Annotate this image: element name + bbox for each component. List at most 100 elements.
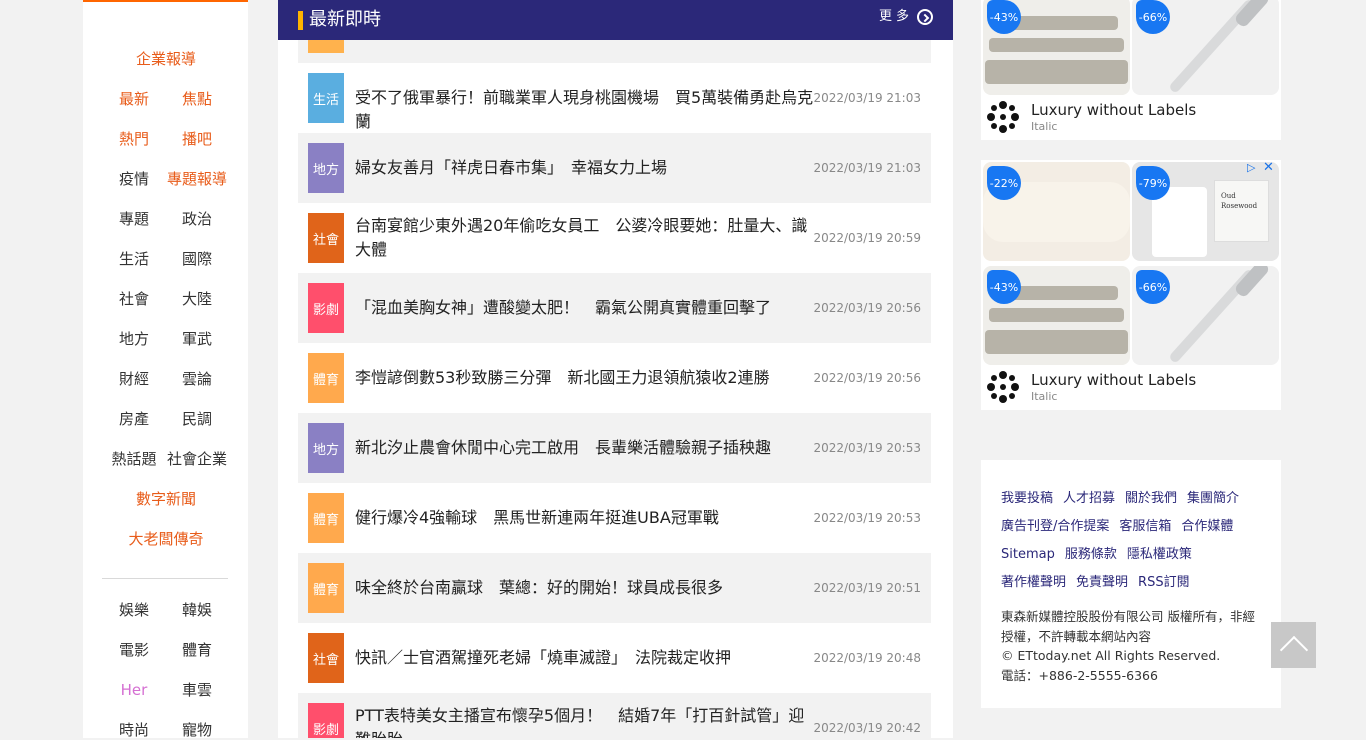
nav-item-entertainment[interactable]: 娛樂 [119, 600, 149, 620]
footer-link[interactable]: 廣告刊登/合作提案 [1001, 513, 1109, 541]
nav-item-international[interactable]: 國際 [182, 249, 212, 269]
news-headline[interactable]: 受不了俄軍暴行！前職業軍人現身桃園機場 買5萬裝備勇赴烏克蘭 [355, 86, 815, 134]
nav-item-focus[interactable]: 焦點 [182, 89, 212, 109]
ad-subtitle: Italic [1031, 390, 1058, 403]
nav-item-politics[interactable]: 政治 [182, 209, 212, 229]
footer-link[interactable]: Sitemap [1001, 541, 1055, 569]
news-timestamp: 2022/03/19 20:59 [813, 231, 921, 245]
footer-link[interactable]: 著作權聲明 [1001, 569, 1066, 597]
news-row[interactable]: 地方 新北汐止農會休閒中心完工啟用 長輩樂活體驗親子插秧趣 2022/03/19 2… [298, 413, 931, 483]
footer-link[interactable]: 集團簡介 [1187, 485, 1239, 513]
news-row[interactable]: 地方 婦女友善月「祥虎日春市集」 幸福女力上場 2022/03/19 21:03 [298, 133, 931, 203]
category-tag[interactable]: 地方 [308, 423, 344, 473]
category-tag[interactable]: 體育 [308, 353, 344, 403]
towel-shape [989, 308, 1124, 322]
footer-link[interactable]: 免責聲明 [1076, 569, 1128, 597]
nav-item-opinion[interactable]: 雲論 [182, 369, 212, 389]
news-row[interactable]: 體育 李愷諺倒數53秒致勝三分彈 新北國王力退領航猿收2連勝 2022/03/19 … [298, 343, 931, 413]
nav-item-local[interactable]: 地方 [119, 329, 149, 349]
nav-item-latest[interactable]: 最新 [119, 89, 149, 109]
category-tag[interactable]: 生活 [308, 73, 344, 123]
category-tag[interactable]: 社會 [308, 633, 344, 683]
news-row[interactable]: 社會 台南宴館少東外遇20年偷吃女員工 公婆冷眼要她：肚量大、識大體 2022/03… [298, 203, 931, 273]
more-link[interactable]: 更多 [879, 7, 933, 27]
brand-logo-icon [987, 371, 1019, 403]
nav-item-boss-legend[interactable]: 大老闆傳奇 [128, 529, 203, 549]
news-row[interactable]: 影劇 PTT表特美女主播宣布懷孕5個月！ 結婚7年「打百針試管」迎難胎胎2022/… [298, 693, 931, 738]
close-icon[interactable]: ✕ [1263, 161, 1277, 175]
news-headline[interactable]: 「混血美胸女神」遭酸變太肥！ 霸氣公開真實體重回擊了 [355, 296, 815, 320]
latest-news-panel: 生活 受不了俄軍暴行！前職業軍人現身桃園機場 買5萬裝備勇赴烏克蘭 2022/03/… [278, 0, 953, 738]
ad-tile-knife[interactable]: -66% [1132, 266, 1279, 365]
ad-tile-blanket[interactable]: -22% [983, 162, 1130, 261]
category-tag[interactable]: 體育 [308, 493, 344, 543]
nav-item-society[interactable]: 社會 [119, 289, 149, 309]
nav-item-trending[interactable]: 熱話題 [111, 449, 156, 469]
ad-tile-towels[interactable]: -43% [983, 0, 1130, 95]
news-row[interactable]: 體育 味全終於台南贏球 葉總：好的開始！球員成長很多 2022/03/19 20:5… [298, 553, 931, 623]
footer-link[interactable]: 合作媒體 [1181, 513, 1233, 541]
nav-item-data-news[interactable]: 數字新聞 [136, 489, 196, 509]
news-row[interactable]: 體育 健行爆冷4強輸球 黑馬世新連兩年挺進UBA冠軍戰 2022/03/19 20:… [298, 483, 931, 553]
category-tag[interactable]: 體育 [308, 563, 344, 613]
more-label: 更多 [878, 9, 913, 24]
nav-item-china[interactable]: 大陸 [182, 289, 212, 309]
category-tag[interactable]: 地方 [308, 143, 344, 193]
nav-item-kpop[interactable]: 韓娛 [182, 600, 212, 620]
copyright-phone: 電話：+886-2-5555-6366 [1001, 667, 1158, 683]
ad-box-1[interactable]: -43% -66% Luxury without Labels Italic [981, 0, 1281, 140]
nav-item-her[interactable]: Her [121, 680, 148, 700]
nav-item-epidemic[interactable]: 疫情 [119, 169, 149, 189]
footer-link[interactable]: 人才招募 [1063, 485, 1115, 513]
footer-link[interactable]: RSS訂閱 [1138, 569, 1190, 597]
nav-item-social-enterprise[interactable]: 社會企業 [167, 449, 227, 469]
nav-item-life[interactable]: 生活 [119, 249, 149, 269]
nav-item-corporate[interactable]: 企業報導 [136, 49, 196, 69]
nav-item-topics[interactable]: 專題 [119, 209, 149, 229]
discount-badge: -79% [1136, 166, 1170, 200]
category-tag[interactable]: 影劇 [308, 703, 344, 738]
footer-link[interactable]: 隱私權政策 [1127, 541, 1192, 569]
news-headline[interactable]: 健行爆冷4強輸球 黑馬世新連兩年挺進UBA冠軍戰 [355, 506, 815, 530]
back-to-top-button[interactable] [1271, 622, 1316, 668]
footer-link[interactable]: 關於我們 [1125, 485, 1177, 513]
news-headline[interactable]: 婦女友善月「祥虎日春市集」 幸福女力上場 [355, 156, 815, 180]
news-headline[interactable]: 快訊／士官酒駕撞死老婦「燒車滅證」 法院裁定收押 [355, 646, 815, 670]
news-row[interactable]: 生活 受不了俄軍暴行！前職業軍人現身桃園機場 買5萬裝備勇赴烏克蘭 2022/03/… [298, 63, 931, 133]
news-row[interactable]: 社會 快訊／士官酒駕撞死老婦「燒車滅證」 法院裁定收押 2022/03/19 20:… [298, 623, 931, 693]
adchoices-icon[interactable]: ▷ [1247, 162, 1259, 174]
nav-item-sports[interactable]: 體育 [182, 640, 212, 660]
news-headline[interactable]: 味全終於台南贏球 葉總：好的開始！球員成長很多 [355, 576, 815, 600]
nav-item-pets[interactable]: 寵物 [182, 720, 212, 740]
category-tag[interactable]: 影劇 [308, 283, 344, 333]
news-row[interactable]: 影劇 「混血美胸女神」遭酸變太肥！ 霸氣公開真實體重回擊了 2022/03/19 2… [298, 273, 931, 343]
nav-item-special-report[interactable]: 專題報導 [167, 169, 227, 189]
footer-link[interactable]: 客服信箱 [1119, 513, 1171, 541]
nav-item-hot[interactable]: 熱門 [119, 129, 149, 149]
nav-item-real-estate[interactable]: 房產 [119, 409, 149, 429]
news-list: 生活 受不了俄軍暴行！前職業軍人現身桃園機場 買5萬裝備勇赴烏克蘭 2022/03/… [298, 0, 931, 738]
ad-box-2[interactable]: -22% Oud Rosewood -79% -43% -66% ▷ ✕ Lux… [981, 160, 1281, 410]
news-headline[interactable]: PTT表特美女主播宣布懷孕5個月！ 結婚7年「打百針試管」迎難胎胎 [355, 704, 815, 738]
ad-subtitle: Italic [1031, 120, 1058, 133]
nav-item-cars[interactable]: 車雲 [182, 680, 212, 700]
nav-item-polls[interactable]: 民調 [182, 409, 212, 429]
footer-link[interactable]: 服務條款 [1065, 541, 1117, 569]
nav-item-military[interactable]: 軍武 [182, 329, 212, 349]
news-headline[interactable]: 台南宴館少東外遇20年偷吃女員工 公婆冷眼要她：肚量大、識大體 [355, 214, 815, 262]
news-headline[interactable]: 李愷諺倒數53秒致勝三分彈 新北國王力退領航猿收2連勝 [355, 366, 815, 390]
footer-link[interactable]: 我要投稿 [1001, 485, 1053, 513]
nav-item-finance[interactable]: 財經 [119, 369, 149, 389]
nav-item-fashion[interactable]: 時尚 [119, 720, 149, 740]
discount-badge: -66% [1136, 270, 1170, 304]
ad-tile-candle[interactable]: Oud Rosewood -79% [1132, 162, 1279, 261]
news-headline[interactable]: 新北汐止農會休閒中心完工啟用 長輩樂活體驗親子插秧趣 [355, 436, 815, 460]
category-tag[interactable]: 社會 [308, 213, 344, 263]
discount-badge: -22% [987, 166, 1021, 200]
ad-tile-towels[interactable]: -43% [983, 266, 1130, 365]
news-timestamp: 2022/03/19 20:53 [813, 441, 921, 455]
header-accent-bar [298, 11, 303, 30]
nav-item-movies[interactable]: 電影 [119, 640, 149, 660]
nav-item-broadcast[interactable]: 播吧 [182, 129, 212, 149]
ad-tile-knife[interactable]: -66% [1132, 0, 1279, 95]
